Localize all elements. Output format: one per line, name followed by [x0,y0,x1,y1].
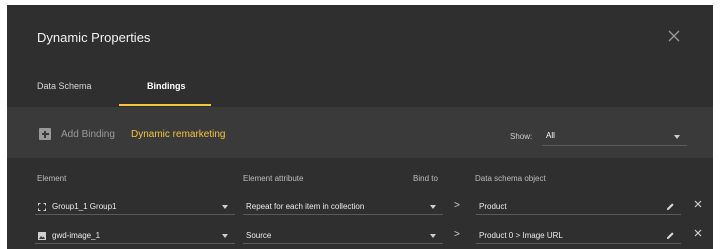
dynamic-remarketing-link[interactable]: Dynamic remarketing [131,129,225,140]
table-row: Group1_1 Group1 Repeat for each item in … [7,195,713,219]
chevron-down-icon [222,205,228,209]
delete-icon[interactable] [694,200,702,208]
show-filter-value: All [546,131,555,140]
schema-object-value: Product 0 > Image URL [479,231,563,240]
tab-bindings[interactable]: Bindings [147,81,186,91]
chevron-right-icon[interactable]: > [454,200,460,211]
schema-object-field[interactable]: Product 0 > Image URL [476,226,681,244]
attribute-select[interactable]: Repeat for each item in collection [243,197,443,215]
element-name: Group1_1 Group1 [52,202,117,211]
dialog-header: Dynamic Properties Data Schema Bindings [7,5,713,107]
close-icon[interactable] [667,29,681,43]
table-row: gwd-image_1 Source > Product 0 > Image U… [7,224,713,248]
show-filter-label: Show: [510,132,533,141]
column-header-element: Element [37,174,67,183]
chevron-down-icon [222,234,228,238]
column-header-schema-object: Data schema object [475,174,546,183]
dialog-title: Dynamic Properties [37,30,151,45]
chevron-down-icon [430,205,436,209]
delete-icon[interactable] [694,229,702,237]
attribute-value: Repeat for each item in collection [246,202,365,211]
chevron-down-icon [674,135,680,139]
schema-object-field[interactable]: Product [476,197,681,215]
image-icon [38,232,46,240]
attribute-select[interactable]: Source [243,226,443,244]
bindings-table: Element Element attribute Bind to Data s… [7,158,713,249]
column-header-bind-to: Bind to [413,174,438,183]
add-binding-button[interactable]: Add Binding [61,129,115,140]
chevron-right-icon[interactable]: > [454,229,460,240]
bindings-toolbar: Add Binding Dynamic remarketing Show: Al… [7,118,713,152]
pencil-icon[interactable] [666,202,675,211]
plus-box-icon[interactable] [39,128,51,140]
schema-object-value: Product [479,202,507,211]
dynamic-properties-dialog: Dynamic Properties Data Schema Bindings … [7,5,713,249]
pencil-icon[interactable] [666,231,675,240]
chevron-down-icon [430,234,436,238]
active-tab-indicator [119,104,211,106]
element-select[interactable]: gwd-image_1 [35,226,235,244]
column-header-attribute: Element attribute [243,174,304,183]
group-icon [38,203,46,211]
tab-data-schema[interactable]: Data Schema [37,81,92,91]
element-name: gwd-image_1 [52,231,101,240]
attribute-value: Source [246,231,272,240]
element-select[interactable]: Group1_1 Group1 [35,197,235,215]
show-filter-select[interactable]: All [542,126,687,146]
